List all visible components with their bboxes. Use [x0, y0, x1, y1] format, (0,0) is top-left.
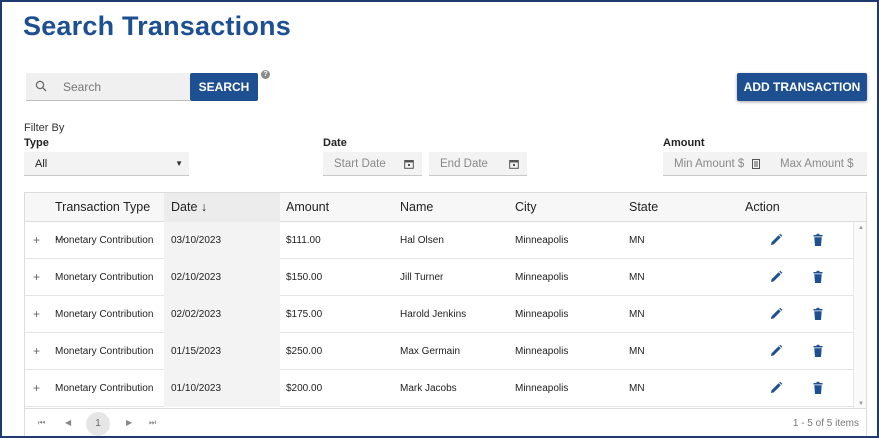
add-transaction-button[interactable]: ADD TRANSACTION [737, 73, 867, 101]
table-row: + Monetary Contribution 02/02/2023 $175.… [25, 296, 853, 333]
first-page-icon[interactable]: ⏮ [38, 418, 45, 428]
calculator-icon [751, 158, 761, 169]
pencil-icon[interactable] [769, 381, 783, 395]
cell-type: Monetary Contribution [55, 235, 154, 246]
chevron-down-icon: ▼ [175, 159, 183, 168]
start-date-placeholder: Start Date [334, 157, 386, 170]
search-icon [35, 80, 49, 94]
cell-type: Monetary Contribution [55, 272, 154, 283]
search-bar: Search SEARCH [26, 73, 258, 101]
cell-name: Jill Turner [400, 272, 444, 283]
cell-name: Hal Olsen [400, 235, 444, 246]
scroll-up-icon[interactable]: ▲ [858, 225, 864, 231]
type-label: Type [24, 137, 49, 149]
search-input[interactable]: Search [26, 73, 190, 101]
trash-icon[interactable] [811, 344, 825, 358]
start-date-field[interactable]: Start Date [323, 152, 422, 176]
cell-amount: $111.00 [286, 235, 321, 246]
column-header-amount[interactable]: Amount [286, 193, 386, 222]
column-header-action: Action [745, 200, 780, 214]
calendar-icon[interactable] [509, 159, 519, 169]
cell-date: 03/10/2023 [164, 222, 280, 259]
max-amount-placeholder: Max Amount $ [780, 157, 854, 170]
table-row: + Monetary Contribution 01/10/2023 $200.… [25, 370, 853, 407]
cell-type: Monetary Contribution [55, 346, 154, 357]
search-placeholder: Search [63, 79, 102, 94]
pencil-icon[interactable] [769, 307, 783, 321]
type-select[interactable]: All ▼ [24, 152, 189, 176]
cell-date: 02/02/2023 [164, 296, 280, 333]
search-button[interactable]: SEARCH [190, 73, 258, 101]
min-amount-placeholder: Min Amount $ [674, 157, 745, 170]
grid-header: Transaction Type ... Date ↓ Amount Name … [25, 193, 866, 243]
trash-icon[interactable] [811, 381, 825, 395]
cell-state: MN [629, 235, 645, 246]
vertical-scrollbar[interactable]: ▲ ▼ [853, 222, 866, 408]
column-header-transaction-type[interactable]: Transaction Type ... [55, 193, 163, 243]
cell-date: 01/15/2023 [164, 333, 280, 370]
previous-page-icon[interactable]: ◀ [65, 418, 71, 427]
column-header-city[interactable]: City [515, 193, 615, 222]
max-amount-field[interactable]: Max Amount $ [769, 152, 867, 176]
table-row: + Monetary Contribution 01/15/2023 $250.… [25, 333, 853, 370]
cell-city: Minneapolis [515, 272, 569, 283]
transactions-grid: Transaction Type ... Date ↓ Amount Name … [24, 192, 867, 409]
cell-city: Minneapolis [515, 235, 569, 246]
end-date-field[interactable]: End Date [429, 152, 527, 176]
cell-date: 02/10/2023 [164, 259, 280, 296]
pencil-icon[interactable] [769, 233, 783, 247]
cell-city: Minneapolis [515, 383, 569, 394]
expand-row-button[interactable]: + [33, 222, 40, 259]
pencil-icon[interactable] [769, 270, 783, 284]
next-page-icon[interactable]: ▶ [126, 418, 132, 427]
amount-label: Amount [663, 137, 705, 149]
table-row: + Monetary Contribution 02/10/2023 $150.… [25, 259, 853, 296]
cell-city: Minneapolis [515, 346, 569, 357]
cell-amount: $250.00 [286, 346, 323, 357]
filter-by-label: Filter By [24, 122, 65, 134]
cell-type: Monetary Contribution [55, 383, 154, 394]
cell-state: MN [629, 383, 645, 394]
expand-row-button[interactable]: + [33, 370, 40, 407]
cell-state: MN [629, 272, 645, 283]
expand-row-button[interactable]: + [33, 333, 40, 370]
app-frame: Search Transactions Search SEARCH ? ADD … [0, 0, 879, 438]
cell-name: Max Germain [400, 346, 461, 357]
cell-date: 01/10/2023 [164, 370, 280, 407]
cell-state: MN [629, 346, 645, 357]
pager: ⏮ ◀ 1 ▶ ⏭ 1 - 5 of 5 items [24, 409, 867, 436]
column-header-name[interactable]: Name [400, 193, 500, 222]
cell-amount: $200.00 [286, 383, 323, 394]
date-label: Date [323, 137, 347, 149]
calendar-icon[interactable] [404, 159, 414, 169]
min-amount-field[interactable]: Min Amount $ [663, 152, 769, 176]
cell-state: MN [629, 309, 645, 320]
trash-icon[interactable] [811, 233, 825, 247]
expand-row-button[interactable]: + [33, 296, 40, 333]
last-page-icon[interactable]: ⏭ [149, 418, 156, 428]
column-header-state[interactable]: State [629, 193, 729, 222]
cell-type: Monetary Contribution [55, 309, 154, 320]
help-icon[interactable]: ? [261, 70, 270, 79]
trash-icon[interactable] [811, 307, 825, 321]
trash-icon[interactable] [811, 270, 825, 284]
cell-city: Minneapolis [515, 309, 569, 320]
page-title: Search Transactions [23, 11, 291, 41]
cell-name: Harold Jenkins [400, 309, 467, 320]
expand-row-button[interactable]: + [33, 259, 40, 296]
table-row: + Monetary Contribution 03/10/2023 $111.… [25, 222, 853, 259]
cell-amount: $175.00 [286, 309, 323, 320]
cell-amount: $150.00 [286, 272, 323, 283]
pencil-icon[interactable] [769, 344, 783, 358]
pager-info: 1 - 5 of 5 items [792, 418, 859, 429]
type-select-value: All [35, 157, 48, 170]
scroll-down-icon[interactable]: ▼ [858, 401, 864, 407]
end-date-placeholder: End Date [440, 157, 488, 170]
page-number-button[interactable]: 1 [86, 412, 110, 436]
cell-name: Mark Jacobs [400, 383, 457, 394]
column-header-date[interactable]: Date ↓ [164, 193, 280, 222]
